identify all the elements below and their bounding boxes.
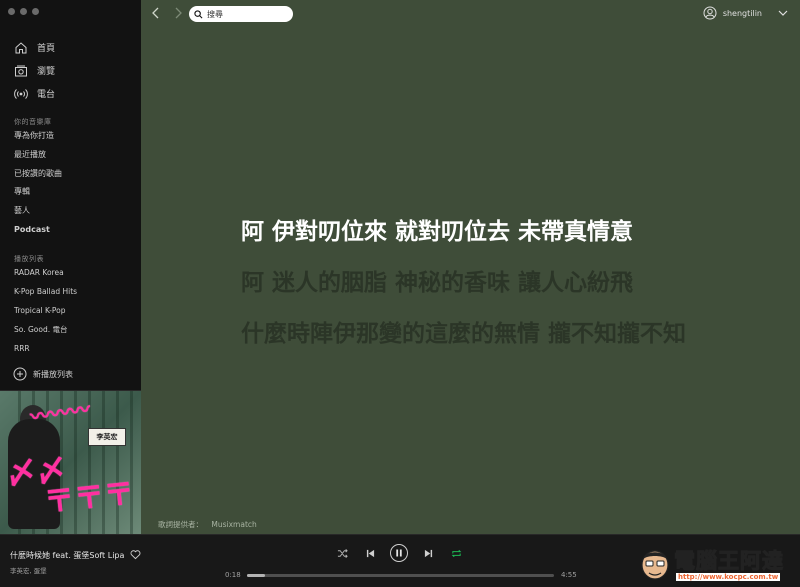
watermark-text: 電腦王阿達 xyxy=(674,549,784,574)
library-item-liked-songs[interactable]: 已按讚的歌曲 xyxy=(14,165,62,184)
nav-item-radio[interactable]: 電台 xyxy=(0,82,141,105)
main-view: shengtilin 阿 伊對叨位來 就對叨位去 未帶真情意 阿 迷人的胭脂 神… xyxy=(141,0,800,534)
skip-back-icon xyxy=(366,549,374,557)
close-window-button[interactable] xyxy=(8,8,15,15)
watermark-url: http://www.kocpc.com.tw xyxy=(676,573,781,581)
lyrics-panel: 阿 伊對叨位來 就對叨位去 未帶真情意 阿 迷人的胭脂 神秘的香味 讓人心紛飛 … xyxy=(241,218,711,371)
window-controls xyxy=(8,8,39,15)
playlist-item[interactable]: Tropical K-Pop xyxy=(14,301,77,320)
previous-button[interactable] xyxy=(362,549,378,558)
search-input[interactable] xyxy=(207,9,287,19)
track-title[interactable]: 什麼時候她 feat. 蛋堡Soft Lipa xyxy=(10,550,124,561)
lyric-line-active[interactable]: 阿 伊對叨位來 就對叨位去 未帶真情意 xyxy=(241,218,711,247)
nav-item-label: 瀏覽 xyxy=(37,67,56,77)
album-art[interactable]: 李英宏 〰〰〰 〆〆 〒〒〒 xyxy=(0,391,141,534)
playlist-item[interactable]: K-Pop Ballad Hits xyxy=(14,282,77,301)
playlist-item[interactable]: RRR xyxy=(14,339,77,358)
repeat-button[interactable] xyxy=(448,548,464,559)
chevron-down-icon[interactable] xyxy=(778,8,788,18)
radio-icon xyxy=(14,88,28,99)
playback-controls xyxy=(334,544,464,562)
main-nav: 首頁 瀏覽 電台 xyxy=(0,36,141,105)
shuffle-icon xyxy=(337,548,348,558)
history-nav xyxy=(151,6,183,20)
repeat-icon xyxy=(451,549,461,557)
shuffle-button[interactable] xyxy=(334,548,350,559)
user-avatar-icon xyxy=(703,6,717,20)
library-item-recently-played[interactable]: 最近播放 xyxy=(14,146,62,165)
nav-item-label: 首頁 xyxy=(37,44,56,54)
total-time: 4:55 xyxy=(561,571,577,579)
username: shengtilin xyxy=(722,8,762,18)
back-arrow-icon[interactable] xyxy=(151,6,161,20)
site-watermark: 電腦王阿達 http://www.kocpc.com.tw xyxy=(640,543,800,586)
playlist-list: RADAR Korea K-Pop Ballad Hits Tropical K… xyxy=(14,263,77,358)
minimize-window-button[interactable] xyxy=(20,8,27,15)
skip-forward-icon xyxy=(424,549,432,557)
playlist-item[interactable]: So. Good. 電台 xyxy=(14,320,77,339)
lyric-line[interactable]: 阿 迷人的胭脂 神秘的香味 讓人心紛飛 xyxy=(241,269,711,298)
current-time: 0:18 xyxy=(225,571,241,579)
progress-bar-fill xyxy=(247,574,266,577)
forward-arrow-icon[interactable] xyxy=(173,6,183,20)
search-bar[interactable] xyxy=(189,6,293,22)
track-artist[interactable]: 李英宏, 蛋堡 xyxy=(10,565,47,575)
library-item-podcasts[interactable]: Podcast xyxy=(14,221,62,240)
library-item-artists[interactable]: 藝人 xyxy=(14,202,62,221)
library-item-made-for-you[interactable]: 專為你打造 xyxy=(14,127,62,146)
progress-bar[interactable] xyxy=(247,574,554,577)
new-playlist-button[interactable]: 新播放列表 xyxy=(13,367,73,381)
lyrics-provider-label: 歌詞提供者： xyxy=(158,520,203,529)
user-menu[interactable]: shengtilin xyxy=(703,6,788,20)
app-window: 首頁 瀏覽 電台 你的音樂庫 專為你打造 最近播放 已按讚的歌曲 專輯 藝人 P… xyxy=(0,0,800,587)
album-art-scribble: 〒〒〒 xyxy=(42,476,136,521)
nav-item-browse[interactable]: 瀏覽 xyxy=(0,59,141,82)
search-icon xyxy=(194,9,203,18)
library-list: 專為你打造 最近播放 已按讚的歌曲 專輯 藝人 Podcast xyxy=(14,127,62,240)
album-art-scribble: 〰〰〰 xyxy=(28,396,92,430)
lyric-line[interactable]: 什麼時陣伊那變的這麼的無情 攏不知攏不知 xyxy=(241,320,711,349)
playlist-item[interactable]: RADAR Korea xyxy=(14,263,77,282)
library-item-albums[interactable]: 專輯 xyxy=(14,183,62,202)
album-art-label: 李英宏 xyxy=(88,428,126,446)
browse-icon xyxy=(15,65,27,76)
home-icon xyxy=(15,41,27,53)
pause-button[interactable] xyxy=(390,544,408,562)
nav-item-home[interactable]: 首頁 xyxy=(0,36,141,59)
mascot-face-icon xyxy=(641,550,669,580)
nav-item-label: 電台 xyxy=(37,90,56,100)
lyrics-provider-name: Musixmatch xyxy=(211,520,257,529)
heart-icon[interactable] xyxy=(130,549,141,560)
plus-circle-icon xyxy=(13,367,27,381)
pause-icon xyxy=(396,549,402,557)
lyrics-provider: 歌詞提供者： Musixmatch xyxy=(158,519,257,530)
library-title: 你的音樂庫 xyxy=(14,118,52,126)
next-button[interactable] xyxy=(420,549,436,558)
maximize-window-button[interactable] xyxy=(32,8,39,15)
new-playlist-label: 新播放列表 xyxy=(33,369,73,379)
